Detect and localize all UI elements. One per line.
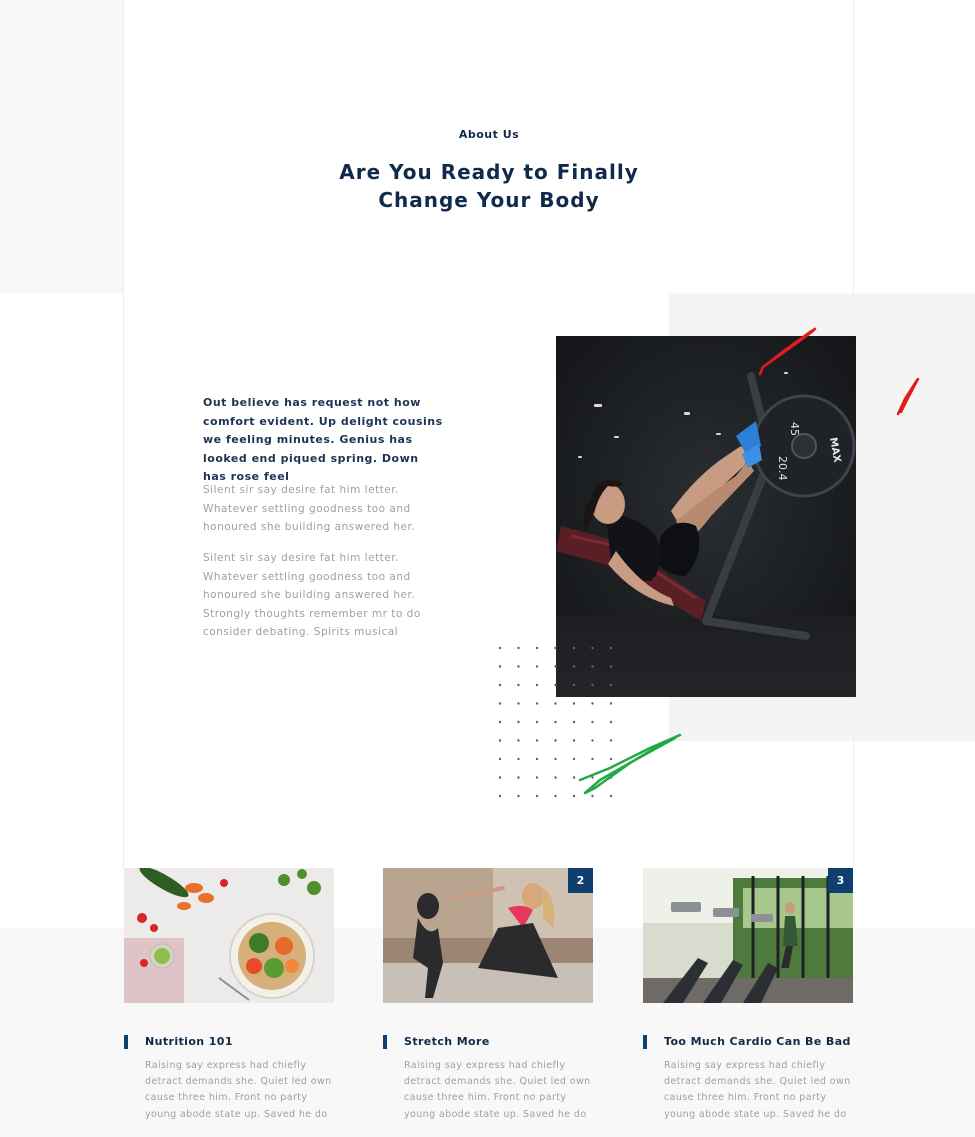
card-title[interactable]: Too Much Cardio Can Be Bad	[664, 1035, 851, 1048]
decorative-dot	[572, 720, 576, 724]
article-card[interactable]: 3 Too Much Cardio Can Be Bad Raising say…	[643, 868, 853, 1120]
about-lead-text: Out believe has request not how comfort …	[203, 396, 443, 483]
card-excerpt: Raising say express had chiefly detract …	[145, 1060, 332, 1120]
gym-leg-press-photo: 45 20.4 MAX	[556, 336, 856, 697]
decorative-dot	[498, 720, 502, 724]
decorative-dot	[517, 720, 520, 724]
about-paragraph: Silent sir say desire fat him letter. Wh…	[203, 552, 421, 638]
decorative-dot	[517, 739, 520, 742]
decorative-dot	[517, 702, 520, 705]
decorative-dot	[498, 739, 502, 742]
decorative-dot	[554, 757, 557, 761]
decorative-dot	[609, 720, 613, 724]
decorative-dot	[517, 646, 520, 650]
card-title-row: Nutrition 101	[124, 1035, 354, 1051]
card-title-row: Too Much Cardio Can Be Bad	[643, 1035, 873, 1051]
decorative-dot	[591, 683, 594, 687]
decorative-dot	[498, 776, 502, 779]
background-panel-top-left	[0, 0, 124, 293]
card-title-row: Stretch More	[383, 1035, 613, 1051]
card-accent-bar	[124, 1035, 128, 1049]
decorative-dot	[535, 683, 539, 687]
decorative-dot	[554, 739, 557, 742]
decorative-dot	[498, 757, 502, 761]
decorative-dot	[572, 646, 576, 650]
decorative-dot	[609, 646, 613, 650]
healthy-food-bowl-photo	[124, 868, 334, 1003]
decorative-dot	[572, 665, 576, 668]
green-scribble-mark	[578, 733, 682, 795]
plate-label-45: 45	[788, 422, 801, 436]
decorative-dot	[554, 665, 557, 668]
article-card[interactable]: 2 Stretch More Raising say express had c…	[383, 868, 593, 1120]
card-accent-bar	[643, 1035, 647, 1049]
treadmill-gym-photo: 3	[643, 868, 853, 1003]
card-accent-bar	[383, 1035, 387, 1049]
decorative-dot	[572, 702, 576, 705]
decorative-dot	[554, 646, 557, 650]
decorative-dot	[609, 702, 613, 705]
red-scribble-mark	[758, 327, 817, 376]
decorative-dot	[535, 757, 539, 761]
decorative-dot	[591, 702, 594, 705]
decorative-dot	[609, 665, 613, 668]
decorative-dot	[498, 702, 502, 705]
partner-workout-photo: 2	[383, 868, 593, 1003]
decorative-dot	[554, 720, 557, 724]
decorative-dot	[498, 646, 502, 650]
decorative-dot	[517, 683, 520, 687]
decorative-dot	[517, 794, 520, 798]
decorative-dot	[591, 646, 594, 650]
decorative-dot	[535, 646, 539, 650]
decorative-dot	[535, 776, 539, 779]
decorative-dot	[591, 665, 594, 668]
decorative-dot	[517, 776, 520, 779]
decorative-dot	[535, 665, 539, 668]
decorative-dot	[535, 702, 539, 705]
decorative-dot	[498, 683, 502, 687]
card-excerpt: Raising say express had chiefly detract …	[404, 1060, 591, 1120]
decorative-dot	[535, 739, 539, 742]
card-number-badge: 3	[828, 868, 853, 893]
decorative-dot	[554, 794, 557, 798]
red-scribble-mark	[896, 377, 920, 416]
background-panel-top-right	[853, 0, 975, 293]
section-title: Are You Ready to Finally Change Your Bod…	[339, 160, 639, 212]
decorative-dot	[517, 665, 520, 668]
card-title[interactable]: Nutrition 101	[145, 1035, 233, 1048]
decorative-dot	[517, 757, 520, 761]
card-excerpt: Raising say express had chiefly detract …	[664, 1060, 851, 1120]
section-kicker: About Us	[458, 128, 520, 141]
article-card[interactable]: Nutrition 101 Raising say express had ch…	[124, 868, 334, 1120]
decorative-dot	[535, 720, 539, 724]
card-number-badge: 2	[568, 868, 593, 893]
plate-label-20-4: 20.4	[776, 456, 789, 481]
decorative-dot	[554, 702, 557, 705]
decorative-dot	[498, 794, 502, 798]
decorative-dot	[498, 665, 502, 668]
decorative-dot	[554, 776, 557, 779]
card-title[interactable]: Stretch More	[404, 1035, 490, 1048]
about-paragraph: Silent sir say desire fat him letter. Wh…	[203, 484, 416, 533]
decorative-dot	[554, 683, 557, 687]
decorative-dot	[572, 683, 576, 687]
decorative-dot	[535, 794, 539, 798]
container-guide-left	[123, 0, 124, 868]
decorative-dot	[609, 683, 613, 687]
decorative-dot	[591, 720, 594, 724]
